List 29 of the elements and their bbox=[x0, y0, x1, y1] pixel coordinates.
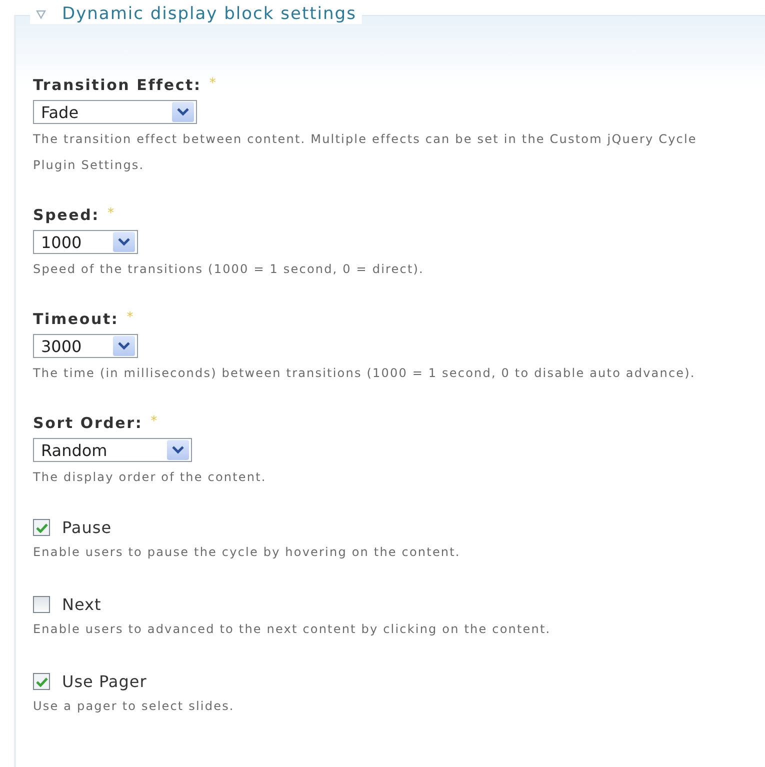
field-description: Use a pager to select slides. bbox=[33, 698, 236, 715]
required-mark: * bbox=[209, 76, 218, 91]
checkbox[interactable] bbox=[33, 673, 50, 690]
field-label: Speed: bbox=[33, 206, 100, 224]
field-description: The time (in milliseconds) between transitions (1000 = 1 second, 0 to disable auto advance). bbox=[33, 365, 696, 382]
select-dropdown[interactable]: Random bbox=[33, 438, 192, 462]
required-mark: * bbox=[150, 414, 158, 429]
checkbox-option[interactable]: Use Pager bbox=[33, 672, 765, 691]
checkbox-option[interactable]: Pause bbox=[33, 518, 765, 537]
field-description: Speed of the transitions (1000 = 1 second, 0 = direct). bbox=[33, 261, 425, 278]
field-label: Transition Effect: bbox=[33, 76, 202, 94]
select-dropdown[interactable]: Fade bbox=[33, 100, 197, 124]
chevron-icon bbox=[172, 102, 194, 122]
checkbox-option[interactable]: Next bbox=[33, 595, 765, 614]
field-label: Sort Order: bbox=[33, 414, 143, 432]
checkbox[interactable] bbox=[33, 596, 50, 613]
select-dropdown[interactable]: 3000 bbox=[33, 334, 138, 358]
field-description: Enable users to advanced to the next content by clicking on the content. bbox=[33, 621, 552, 638]
chevron-icon bbox=[113, 336, 135, 356]
required-mark: * bbox=[126, 310, 135, 325]
checkbox[interactable] bbox=[33, 519, 50, 536]
field-description: Enable users to pause the cycle by hovering on the content. bbox=[33, 544, 462, 561]
select-dropdown[interactable]: 1000 bbox=[33, 230, 138, 254]
field-description: The display order of the content. bbox=[33, 469, 268, 486]
required-mark: * bbox=[107, 206, 116, 221]
chevron-icon bbox=[167, 440, 189, 460]
field-label: Timeout: bbox=[33, 310, 119, 328]
chevron-icon bbox=[113, 232, 135, 252]
field-description: The transition effect between content. Multiple effects can be set in the Custom jQuery Cycle Plugin Settings. bbox=[33, 131, 698, 174]
